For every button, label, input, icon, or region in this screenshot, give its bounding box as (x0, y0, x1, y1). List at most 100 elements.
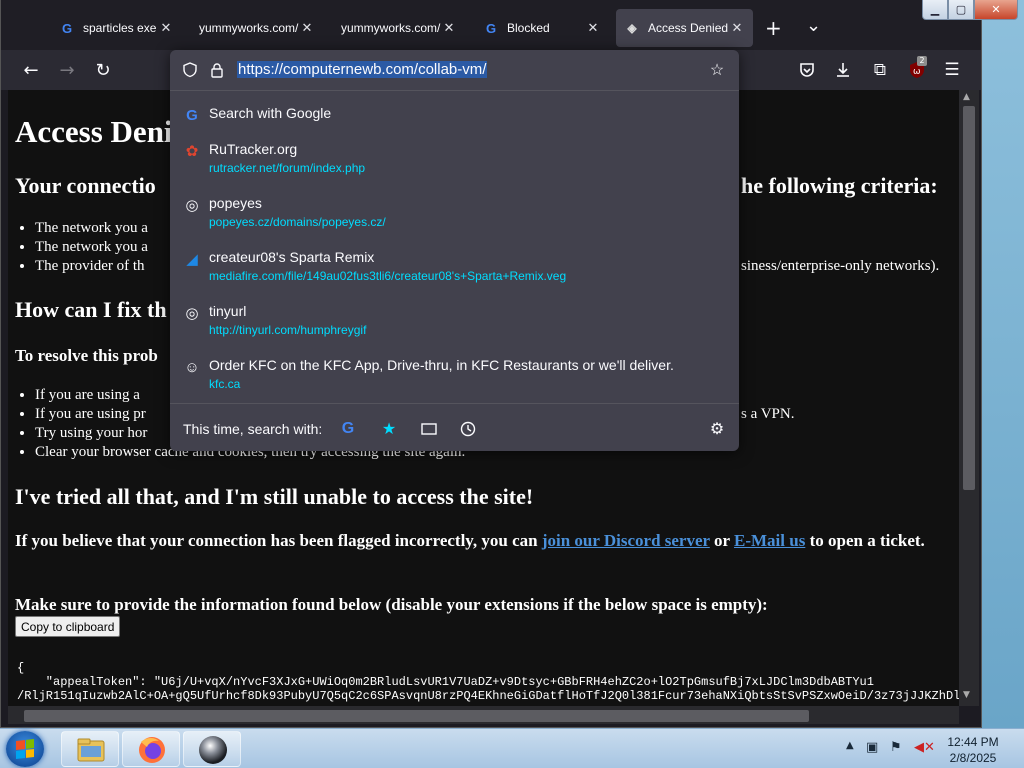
url-input[interactable]: https://computernewb.com/collab-vm/ (237, 61, 488, 78)
search-settings-gear-icon[interactable]: ⚙ (705, 417, 729, 441)
mediafire-icon: ◢ (186, 251, 198, 268)
copy-to-clipboard-button[interactable]: Copy to clipboard (15, 616, 121, 637)
maximize-button[interactable]: ▢ (948, 0, 974, 20)
discord-link[interactable]: join our Discord server (542, 531, 710, 550)
reload-icon: ↻ (95, 59, 111, 81)
reload-button[interactable]: ↻ (91, 58, 115, 82)
history-engine-clock-icon[interactable] (456, 417, 480, 441)
suggestion-popeyes[interactable]: ◎ popeyes popeyes.cz/domains/popeyes.cz/ (170, 194, 739, 242)
scroll-thumb[interactable] (963, 106, 975, 490)
suggestion-url: rutracker.net/forum/index.php (209, 161, 366, 175)
tab-title: yummyworks.com/ (341, 21, 441, 35)
provide-info-text: Make sure to provide the information fou… (15, 595, 768, 614)
tab-title: sparticles exe d (83, 21, 158, 35)
close-icon[interactable]: ✕ (729, 20, 745, 36)
code-line: /RljR151qIuzwb2AlC+OA+gQ5UfUrhcf8Dk93Pub… (17, 689, 959, 703)
app-menu-button[interactable]: ☰ (941, 59, 963, 81)
network-icon[interactable]: ▣ (866, 740, 878, 755)
tracking-protection-icon[interactable] (180, 60, 200, 80)
tab-4[interactable]: G Blocked ✕ (475, 9, 609, 47)
forward-button[interactable]: → (55, 58, 79, 82)
back-button[interactable]: ← (19, 58, 43, 82)
windows-logo-icon (16, 739, 34, 759)
google-icon: G (61, 20, 73, 36)
show-hidden-icons-button[interactable]: ▲ (846, 740, 854, 751)
bookmarks-engine-star-icon[interactable]: ★ (377, 417, 401, 441)
back-arrow-icon: ← (23, 59, 39, 81)
pocket-button[interactable] (796, 59, 818, 81)
marble-app-button[interactable] (183, 731, 241, 767)
suggestion-tinyurl[interactable]: ◎ tinyurl http://tinyurl.com/humphreygif (170, 302, 739, 350)
scroll-down-icon[interactable]: ▼ (963, 690, 970, 700)
suggestion-kfc[interactable]: ☺ Order KFC on the KFC App, Drive-thru, … (170, 356, 739, 404)
criteria-text-right: siness/enterprise-only networks). (741, 258, 940, 274)
suggestion-url: http://tinyurl.com/humphreygif (209, 323, 367, 337)
vertical-scrollbar[interactable]: ▲ ▼ (959, 90, 979, 706)
search-with-label: This time, search with: (183, 421, 323, 437)
tab-title: Blocked (507, 21, 550, 35)
close-icon[interactable]: ✕ (299, 20, 315, 36)
google-engine-button[interactable]: G (336, 417, 360, 441)
action-center-flag-icon[interactable]: ⚑ (890, 740, 902, 755)
close-window-button[interactable]: ✕ (974, 0, 1018, 20)
svg-text:ω: ω (913, 67, 921, 77)
list-item: The network you a (35, 238, 148, 257)
suggestion-url: mediafire.com/file/149au02fus3tli6/creat… (209, 269, 567, 283)
url-bar[interactable]: https://computernewb.com/collab-vm/ ☆ (170, 50, 739, 90)
extensions-button[interactable]: ⧉ (869, 59, 891, 81)
file-explorer-button[interactable] (61, 731, 119, 767)
lock-icon[interactable] (207, 60, 227, 80)
fix-heading: How can I fix th (15, 297, 167, 322)
or-text: or (714, 531, 730, 550)
suggestion-title: Order KFC on the KFC App, Drive-thru, in… (209, 357, 674, 373)
suggestion-title: createur08's Sparta Remix (209, 249, 375, 265)
flagged-paragraph: If you believe that your connection has … (15, 530, 955, 552)
window-controls: ▁ ▢ ✕ (922, 0, 1018, 21)
appeal-info-code: { "appealToken": "U6j/U+vqX/nYvcF3XJxG+U… (17, 661, 959, 703)
globe-icon: ◎ (185, 197, 199, 214)
taskbar: ▲ ▣ ⚑ ◀✕ 12:44 PM 2/8/2025 (0, 728, 1024, 768)
url-dropdown-panel: https://computernewb.com/collab-vm/ ☆ G … (170, 50, 739, 451)
downloads-button[interactable] (832, 59, 854, 81)
start-button[interactable] (6, 731, 44, 767)
firefox-taskbar-button[interactable] (122, 731, 180, 767)
bookmark-star-icon[interactable]: ☆ (707, 60, 727, 80)
close-icon[interactable]: ✕ (585, 20, 601, 36)
close-icon[interactable]: ✕ (158, 20, 174, 36)
resolve-heading: To resolve this prob (15, 346, 158, 365)
tab-title: yummyworks.com/ (199, 21, 299, 35)
tab-2[interactable]: yummyworks.com/ ✕ (191, 9, 323, 47)
scroll-up-icon[interactable]: ▲ (963, 92, 970, 102)
suggestion-url: kfc.ca (209, 377, 241, 391)
minimize-button[interactable]: ▁ (922, 0, 948, 20)
connection-heading-right: he following criteria: (741, 173, 938, 198)
divider (170, 90, 739, 91)
extension-badge: 2 (917, 56, 927, 66)
new-tab-button[interactable]: + (765, 16, 782, 40)
page-heading: Access Deni (15, 114, 173, 149)
volume-muted-icon[interactable]: ◀✕ (914, 740, 935, 755)
divider (170, 403, 739, 404)
file-explorer-icon (77, 738, 105, 762)
suggestion-rutracker[interactable]: ✿ RuTracker.org rutracker.net/forum/inde… (170, 140, 739, 188)
download-icon (837, 63, 849, 77)
system-clock[interactable]: 12:44 PM 2/8/2025 (935, 734, 1011, 766)
list-item: The network you a (35, 219, 148, 238)
close-icon[interactable]: ✕ (441, 20, 457, 36)
hamburger-menu-icon: ☰ (944, 60, 960, 80)
horizontal-scrollbar[interactable] (8, 706, 959, 724)
google-icon: G (485, 20, 497, 36)
tab-1[interactable]: G sparticles exe d ✕ (51, 9, 182, 47)
tab-5[interactable]: ◈ Access Denied ✕ (616, 9, 753, 47)
suggestion-mediafire[interactable]: ◢ createur08's Sparta Remix mediafire.co… (170, 248, 739, 296)
tabs-icon (421, 423, 437, 435)
globe-icon: ◎ (185, 305, 199, 322)
tab-list-button[interactable]: ⌄ (806, 15, 821, 36)
tabs-engine-button[interactable] (417, 417, 441, 441)
firefox-icon (139, 737, 165, 763)
tried-heading: I've tried all that, and I'm still unabl… (15, 484, 534, 509)
scroll-thumb[interactable] (24, 710, 809, 722)
email-link[interactable]: E-Mail us (734, 531, 805, 550)
suggestion-title: Search with Google (209, 105, 332, 121)
tab-3[interactable]: yummyworks.com/ ✕ (333, 9, 465, 47)
